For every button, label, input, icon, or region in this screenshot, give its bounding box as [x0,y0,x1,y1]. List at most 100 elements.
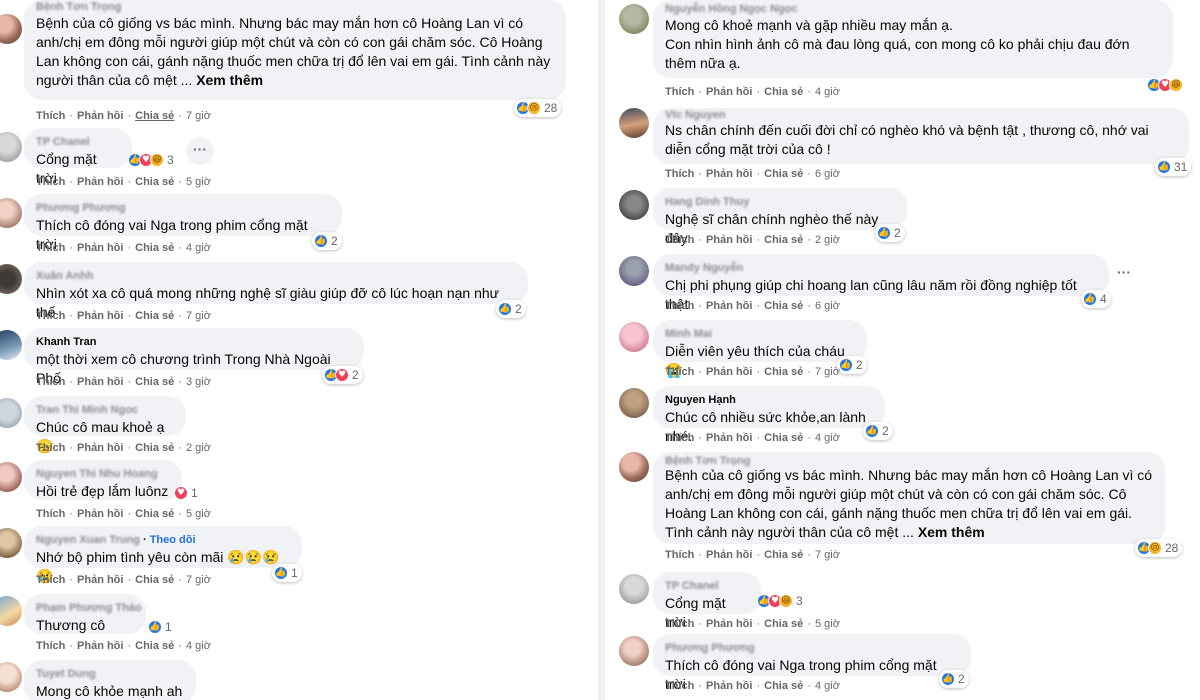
share-action[interactable]: Chia sẻ [764,366,803,378]
comment-author[interactable]: Phương Phương [36,201,330,216]
reply-action[interactable]: Phản hồi [706,432,752,444]
comment-author[interactable]: Vtc Nguyen [665,108,726,123]
reply-action[interactable]: Phản hồi [706,300,752,312]
reaction-summary[interactable]: 👍 2 [837,356,867,374]
reply-action[interactable]: Phản hồi [77,574,123,586]
reply-action[interactable]: Phản hồi [77,376,123,388]
share-action[interactable]: Chia sẻ [764,86,803,98]
avatar[interactable] [0,662,22,692]
comment-author[interactable]: Khanh Tran [36,335,352,350]
reply-action[interactable]: Phản hồi [77,310,123,322]
comment-author[interactable]: Bệnh Tơn Trọng [665,454,750,469]
reaction-summary[interactable]: 👍 2 [863,422,893,440]
avatar[interactable] [619,636,649,666]
reply-action[interactable]: Phản hồi [706,234,752,246]
share-action[interactable]: Chia sẻ [764,680,803,692]
reaction-summary[interactable]: 👍 4 [1081,290,1111,308]
like-action[interactable]: Thích [665,300,694,312]
like-action[interactable]: Thích [36,442,65,454]
more-options-icon[interactable]: ··· [1117,264,1131,280]
avatar[interactable] [0,596,22,626]
reply-action[interactable]: Phản hồi [706,618,752,630]
author-name[interactable]: Nguyen Xuan Trung [36,534,140,546]
comment-author[interactable]: TP Chanel [665,579,749,594]
reply-action[interactable]: Phản hồi [706,366,752,378]
follow-button[interactable]: Theo dõi [150,534,196,546]
comment-author[interactable]: Tuyet Dung [36,667,184,682]
like-action[interactable]: Thích [665,366,694,378]
avatar[interactable] [619,574,649,604]
like-action[interactable]: Thích [665,234,694,246]
reply-action[interactable]: Phản hồi [706,680,752,692]
reply-action[interactable]: Phản hồi [706,168,752,180]
avatar[interactable] [619,322,649,352]
reaction-summary[interactable]: 👍 ♥ 2 [322,366,363,384]
reaction-summary[interactable]: 👍 1 [146,618,176,636]
reaction-summary[interactable]: 👍 ♥ 😆 3 [755,592,807,610]
reaction-summary[interactable]: 👍 😢 28 [514,99,562,117]
avatar[interactable] [619,190,649,220]
comment-author[interactable]: Hang Dinh Thuy [665,195,895,210]
reaction-summary[interactable]: 👍 2 [875,224,905,242]
avatar[interactable] [619,452,649,482]
like-action[interactable]: Thích [36,310,65,322]
reply-action[interactable]: Phản hồi [706,86,752,98]
share-action[interactable]: Chia sẻ [135,310,174,322]
comment-author[interactable]: Tran Thi Minh Ngoc [36,403,174,418]
comment-author[interactable]: Nguyễn Hồng Ngọc Ngọc [665,2,798,17]
reaction-summary[interactable]: 👍 1 [272,564,302,582]
avatar[interactable] [0,330,22,360]
like-action[interactable]: Thích [665,86,694,98]
reaction-summary[interactable]: 👍 😢 28 [1135,539,1183,557]
avatar[interactable] [0,264,22,294]
avatar[interactable] [0,198,22,228]
comment-author[interactable]: Nguyen Hạnh [665,393,873,408]
like-action[interactable]: Thích [36,176,65,188]
avatar[interactable] [619,256,649,286]
share-action[interactable]: Chia sẻ [764,234,803,246]
share-action[interactable]: Chia sẻ [764,432,803,444]
see-more-link[interactable]: Xem thêm [196,72,263,88]
comment-author[interactable]: Xuân Anhh [36,269,516,284]
reply-action[interactable]: Phản hồi [706,549,752,561]
reply-action[interactable]: Phản hồi [77,176,123,188]
like-action[interactable]: Thích [665,618,694,630]
share-action[interactable]: Chia sẻ [135,242,174,254]
reply-action[interactable]: Phản hồi [77,110,123,122]
share-action[interactable]: Chia sẻ [764,618,803,630]
like-action[interactable]: Thích [665,168,694,180]
share-action[interactable]: Chia sẻ [135,442,174,454]
reaction-summary[interactable]: 👍 ♥ 😆 [1145,76,1184,94]
avatar[interactable] [619,108,649,138]
comment-author[interactable]: Phương Phương [665,641,959,656]
share-action[interactable]: Chia sẻ [135,640,174,652]
like-action[interactable]: Thích [36,640,65,652]
comment-author[interactable]: Mandy Nguyễn [665,261,1097,276]
like-action[interactable]: Thích [36,574,65,586]
reaction-summary[interactable]: 👍 2 [939,670,969,688]
reply-action[interactable]: Phản hồi [77,508,123,520]
like-action[interactable]: Thích [36,110,65,122]
reaction-summary[interactable]: 👍 2 [312,232,342,250]
reply-action[interactable]: Phản hồi [77,442,123,454]
like-action[interactable]: Thích [36,242,65,254]
more-options-icon[interactable]: ··· [186,137,214,165]
reply-action[interactable]: Phản hồi [77,640,123,652]
reaction-summary[interactable]: 👍 ♥ 😆 3 [126,151,178,169]
share-action[interactable]: Chia sẻ [764,300,803,312]
avatar[interactable] [0,14,22,44]
share-action[interactable]: Chia sẻ [135,508,174,520]
comment-author[interactable]: Nguyen Thi Nhu Hoang [36,467,170,482]
like-action[interactable]: Thích [36,508,65,520]
share-action[interactable]: Chia sẻ [764,168,803,180]
like-action[interactable]: Thích [36,376,65,388]
reaction-summary[interactable]: 👍 2 [496,300,526,318]
avatar[interactable] [0,462,22,492]
avatar[interactable] [0,398,22,428]
comment-author[interactable]: TP Chanel [36,135,120,150]
avatar[interactable] [0,132,22,162]
like-action[interactable]: Thích [665,549,694,561]
reaction-summary[interactable]: ♥ 1 [172,484,202,502]
reply-action[interactable]: Phản hồi [77,242,123,254]
like-action[interactable]: Thích [665,432,694,444]
